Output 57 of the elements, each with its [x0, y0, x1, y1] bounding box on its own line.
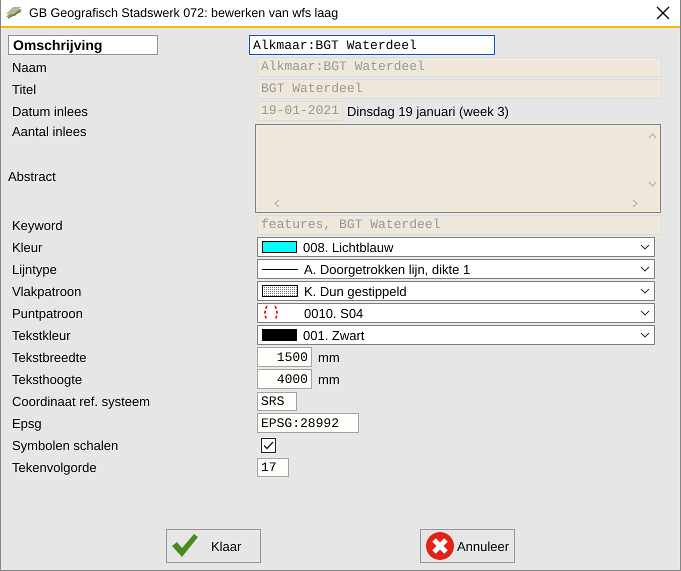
chevron-down-icon [640, 244, 650, 250]
readonly-field: BGT Waterdeel [257, 79, 662, 99]
readonly-field: features, BGT Waterdeel [257, 215, 662, 235]
field-label: Datum inlees [12, 104, 89, 118]
line-sample-icon [262, 268, 298, 270]
dropdown[interactable]: K. Dun gestippeld [257, 281, 655, 301]
dropdown[interactable]: 0010. S04 [257, 303, 655, 323]
scroll-down-icon[interactable] [648, 181, 657, 187]
field-label: Lijntype [12, 262, 58, 276]
scroll-right-icon[interactable] [632, 199, 638, 208]
input-field[interactable]: EPSG:28992 [257, 413, 359, 433]
field-label: Aantal inlees [12, 124, 88, 139]
field-label: Puntpatroon [12, 306, 84, 320]
field-label: Vlakpatroon [12, 284, 82, 298]
field-label: Tekstkleur [12, 328, 72, 342]
unit-label: mm [318, 350, 340, 364]
cancel-button[interactable]: Annuleer [420, 529, 515, 563]
abstract-field[interactable] [255, 124, 661, 213]
field-label: Epsg [12, 416, 43, 430]
description-field[interactable]: Alkmaar:BGT Waterdeel [249, 35, 495, 55]
field-label: Tekenvolgorde [12, 460, 98, 474]
field-label: Tekstbreedte [12, 350, 88, 364]
window-title: GB Geografisch Stadswerk 072: bewerken van wfs laag [29, 6, 340, 20]
field-label: Symbolen schalen [12, 438, 120, 452]
cancel-icon [425, 531, 455, 561]
chevron-down-icon [640, 310, 650, 316]
number-field[interactable]: 4000 [257, 369, 312, 389]
scroll-left-icon[interactable] [274, 199, 280, 208]
dropdown[interactable]: 008. Lichtblauw [257, 237, 655, 257]
field-label: Abstract [8, 169, 57, 184]
dotted-pattern-icon [262, 285, 298, 297]
scroll-up-icon[interactable] [648, 133, 657, 139]
date-description: Dinsdag 19 januari (week 3) [347, 104, 509, 118]
chevron-down-icon [640, 288, 650, 294]
field-label: Coordinaat ref. systeem [12, 394, 152, 408]
dropdown[interactable]: 001. Zwart [257, 325, 655, 345]
close-icon[interactable] [656, 6, 670, 20]
chevron-down-icon [640, 266, 650, 272]
field-label: Titel [12, 82, 38, 96]
number-field[interactable]: 1500 [257, 347, 312, 367]
input-field[interactable]: SRS [257, 392, 297, 410]
bracket-symbol-icon [262, 305, 280, 321]
ok-button[interactable]: Klaar [166, 529, 261, 563]
chevron-down-icon [640, 332, 650, 338]
input-field[interactable]: 17 [257, 458, 289, 476]
field-label: Keyword [12, 218, 64, 232]
dropdown[interactable]: A. Doorgetrokken lijn, dikte 1 [257, 259, 655, 279]
checkbox[interactable] [261, 438, 276, 452]
date-field: 19-01-2021 [257, 101, 344, 121]
readonly-field: Alkmaar:BGT Waterdeel [257, 57, 662, 77]
field-label: Teksthoogte [12, 372, 84, 386]
field-label: Kleur [12, 240, 44, 254]
checkmark-icon [171, 533, 199, 559]
field-label: Naam [12, 60, 48, 74]
unit-label: mm [318, 372, 340, 386]
field-label: Omschrijving [8, 35, 158, 55]
app-icon [5, 6, 23, 20]
